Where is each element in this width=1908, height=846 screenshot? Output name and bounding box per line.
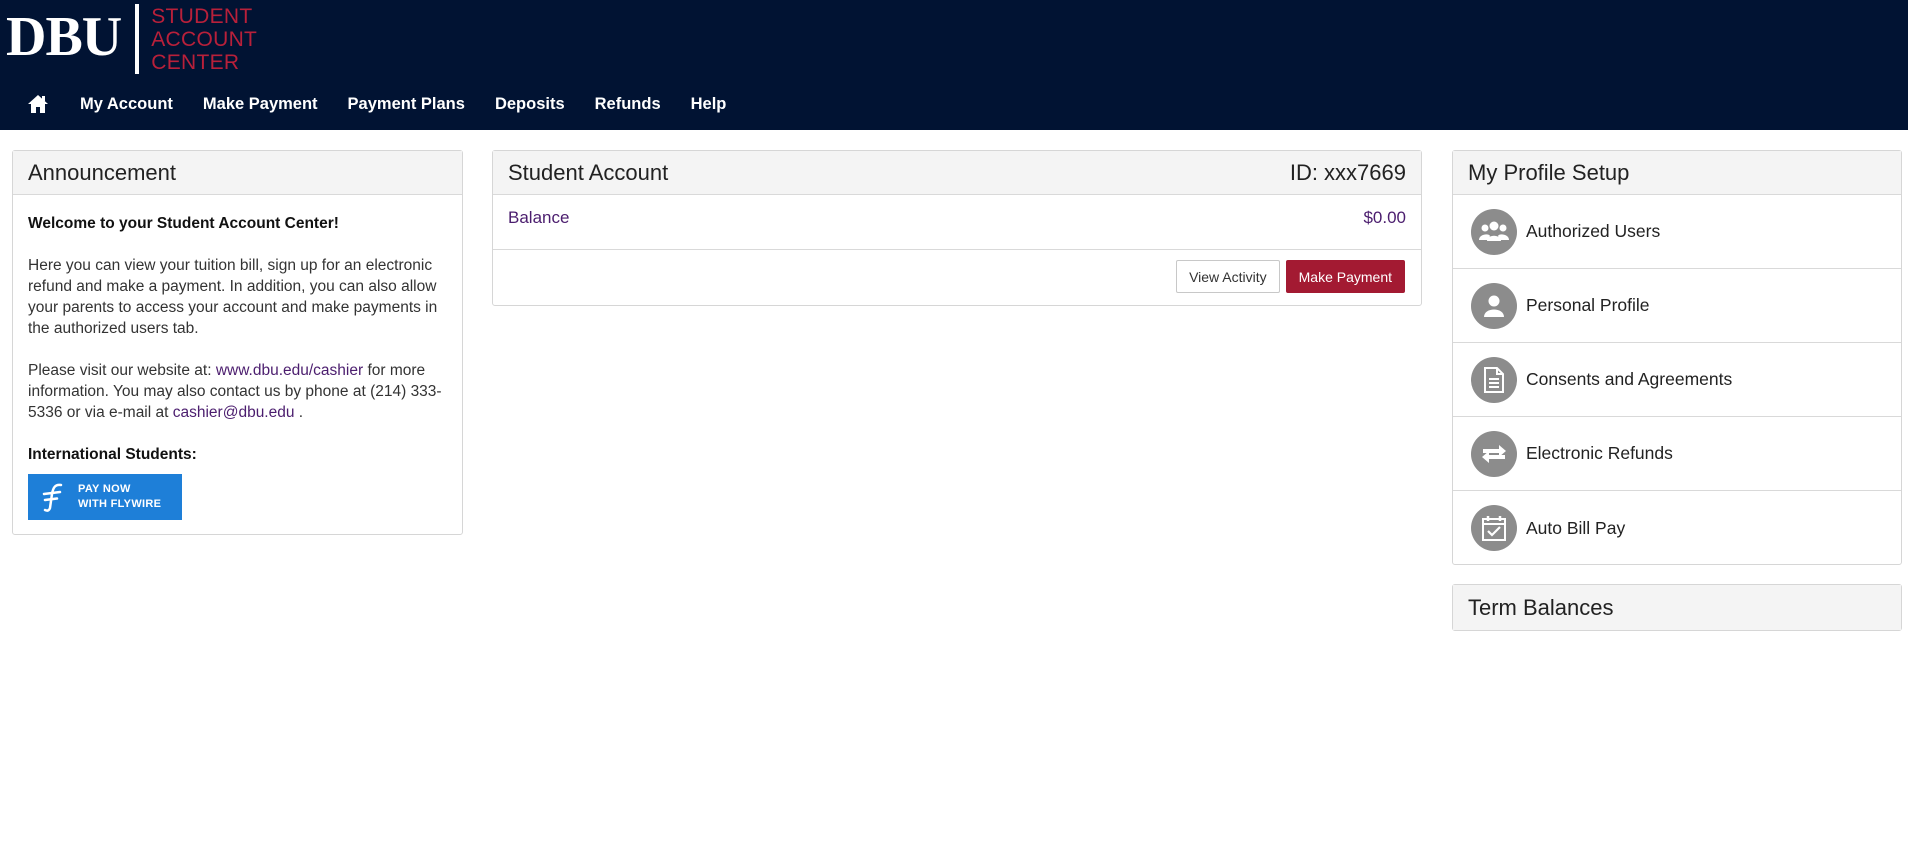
home-icon[interactable] (18, 84, 58, 124)
top-header: DBU STUDENT ACCOUNT CENTER My Account Ma… (0, 0, 1908, 130)
logo-sub-line-1: STUDENT (151, 4, 253, 28)
international-students-label: International Students: (28, 446, 197, 463)
profile-item-auto-bill-pay[interactable]: Auto Bill Pay (1453, 491, 1901, 565)
para2-post: . (294, 404, 304, 421)
users-icon (1471, 208, 1517, 255)
logo-dbu-text: DBU (6, 6, 122, 68)
logo-sub-line-2: ACCOUNT (151, 27, 258, 51)
authorized-users-label: Authorized Users (1526, 221, 1661, 241)
consents-agreements-label: Consents and Agreements (1526, 369, 1733, 389)
pay-with-flywire-button[interactable]: PAY NOW WITH FLYWIRE (28, 474, 182, 520)
term-balances-title: Term Balances (1468, 594, 1614, 620)
view-activity-button[interactable]: View Activity (1176, 260, 1280, 293)
balance-link[interactable]: Balance (508, 208, 569, 228)
website-link[interactable]: www.dbu.edu/cashier (216, 362, 363, 379)
make-payment-button[interactable]: Make Payment (1285, 260, 1405, 293)
flywire-label: PAY NOW WITH FLYWIRE (78, 482, 161, 512)
balance-amount: $0.00 (1363, 208, 1406, 227)
calendar-check-icon (1471, 505, 1517, 551)
profile-setup-panel: My Profile Setup Authorized Users Person… (1452, 150, 1902, 565)
personal-profile-label: Personal Profile (1526, 295, 1650, 315)
profile-item-electronic-refunds[interactable]: Electronic Refunds (1453, 417, 1901, 491)
flywire-line-2: WITH FLYWIRE (78, 498, 162, 510)
term-balances-panel[interactable]: Term Balances (1452, 584, 1902, 631)
welcome-text: Welcome to your Student Account Center! (28, 215, 339, 232)
auto-bill-pay-label: Auto Bill Pay (1526, 517, 1626, 538)
student-account-panel: Student Account ID: xxx7669 Balance $0.0… (492, 150, 1422, 306)
announcement-heading: Announcement (13, 151, 462, 195)
document-icon (1471, 356, 1517, 403)
para2-pre: Please visit our website at: (28, 362, 216, 379)
dbu-logo[interactable]: DBU STUDENT ACCOUNT CENTER (6, 3, 257, 75)
nav-my-account[interactable]: My Account (80, 95, 173, 114)
profile-item-authorized-users[interactable]: Authorized Users (1453, 195, 1901, 269)
profile-item-personal-profile[interactable]: Personal Profile (1453, 269, 1901, 343)
term-balances-heading: Term Balances (1453, 585, 1901, 630)
account-actions: View Activity Make Payment (493, 250, 1421, 293)
student-account-title: Student Account (508, 159, 669, 185)
student-account-heading: Student Account ID: xxx7669 (493, 151, 1421, 195)
announcement-paragraph-1: Here you can view your tuition bill, sig… (28, 257, 438, 337)
student-id: ID: xxx7669 (1289, 159, 1406, 185)
announcement-title: Announcement (28, 159, 176, 185)
nav-help[interactable]: Help (691, 95, 727, 114)
user-icon (1471, 282, 1517, 329)
profile-setup-heading: My Profile Setup (1453, 151, 1901, 195)
logo-divider (135, 4, 140, 74)
announcement-body: Welcome to your Student Account Center! … (13, 195, 462, 520)
main-nav: My Account Make Payment Payment Plans De… (18, 84, 741, 124)
balance-row: Balance $0.00 (493, 195, 1421, 250)
announcement-paragraph-2: Please visit our website at: www.dbu.edu… (28, 360, 447, 423)
electronic-refunds-label: Electronic Refunds (1526, 443, 1673, 463)
profile-item-consents-agreements[interactable]: Consents and Agreements (1453, 343, 1901, 417)
flywire-line-1: PAY NOW (78, 483, 131, 495)
nav-make-payment[interactable]: Make Payment (203, 95, 318, 114)
announcement-panel: Announcement Welcome to your Student Acc… (12, 150, 463, 535)
logo-subtitle: STUDENT ACCOUNT CENTER (151, 5, 257, 74)
flywire-logo-icon (28, 474, 78, 520)
logo-sub-line-3: CENTER (151, 50, 240, 74)
nav-deposits[interactable]: Deposits (495, 95, 565, 114)
nav-payment-plans[interactable]: Payment Plans (348, 95, 465, 114)
email-link[interactable]: cashier@dbu.edu (173, 404, 295, 421)
refund-arrows-icon (1471, 430, 1517, 477)
nav-refunds[interactable]: Refunds (595, 95, 661, 114)
profile-setup-title: My Profile Setup (1468, 159, 1630, 185)
